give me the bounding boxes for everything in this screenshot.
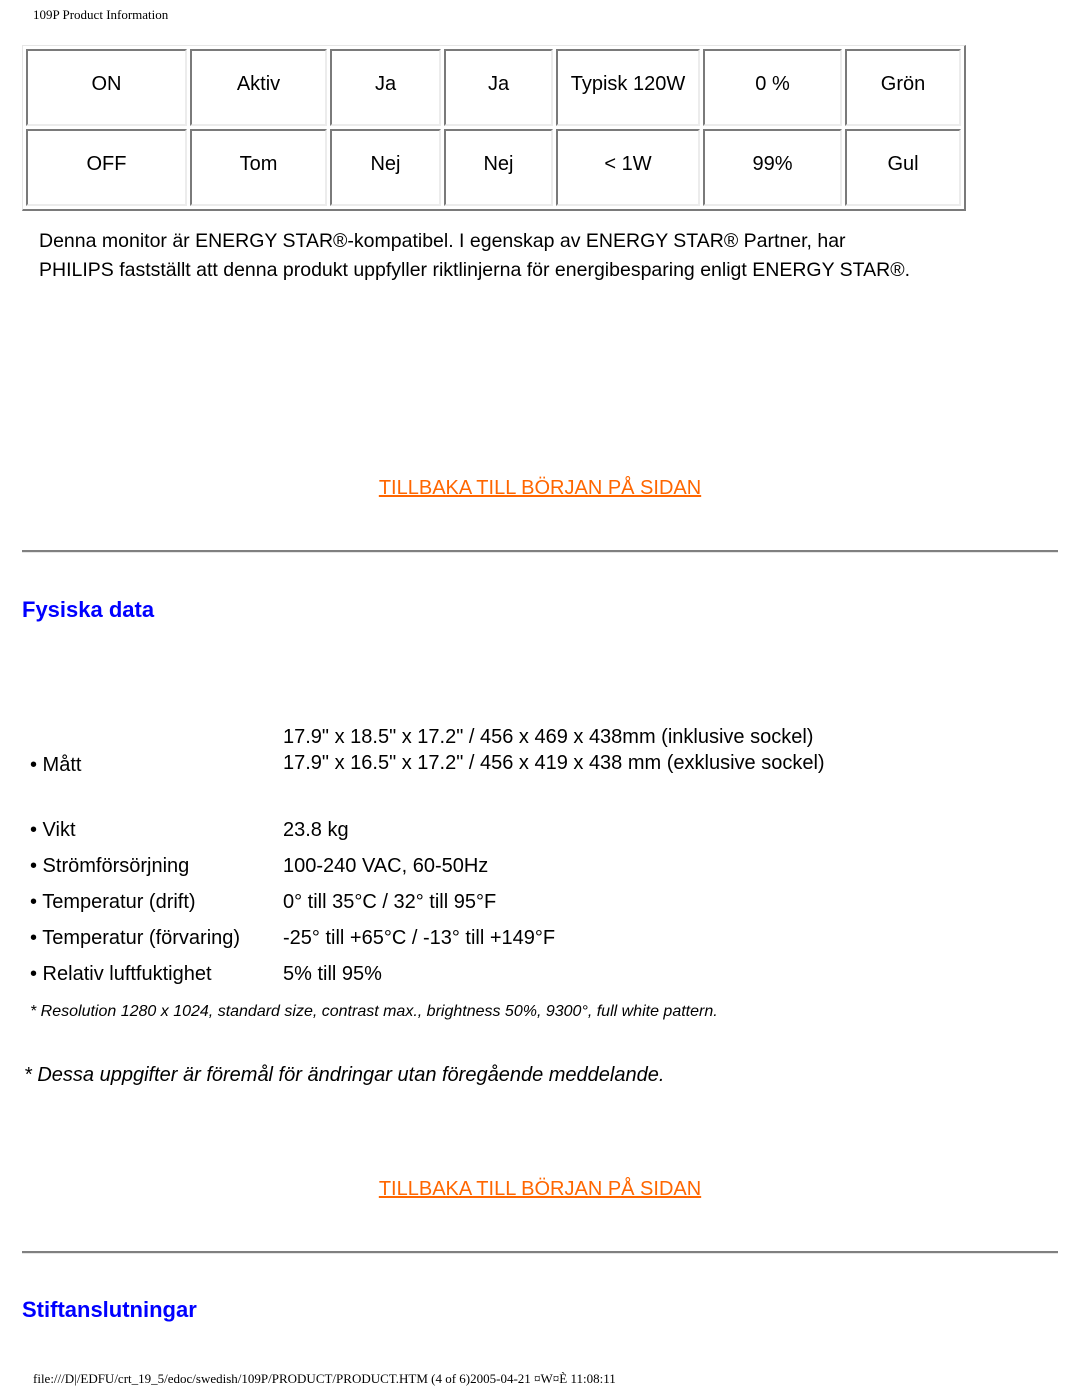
table-cell: Aktiv (190, 49, 327, 126)
spec-label-power-supply: • Strömförsörjning (30, 855, 190, 877)
section-heading-physical: Fysiska data (22, 597, 155, 622)
table-cell: Typisk 120W (556, 49, 700, 126)
spec-value-dimensions-incl: 17.9" x 18.5" x 17.2" / 456 x 469 x 438m… (283, 726, 814, 748)
spec-label-temp-operating: • Temperatur (drift) (30, 891, 196, 913)
spec-value-power-supply: 100-240 VAC, 60-50Hz (283, 855, 489, 877)
table-cell: < 1W (556, 129, 700, 206)
back-to-top-container: TILLBAKA TILL BÖRJAN PÅ SIDAN (0, 1178, 1080, 1201)
table-cell: 0 % (703, 49, 842, 126)
back-to-top-link[interactable]: TILLBAKA TILL BÖRJAN PÅ SIDAN (379, 477, 701, 499)
spec-value-temp-storage: -25° till +65°C / -13° till +149°F (283, 927, 556, 949)
back-to-top-container: TILLBAKA TILL BÖRJAN PÅ SIDAN (0, 477, 1080, 500)
table-cell: 99% (703, 129, 842, 206)
page-header-title: 109P Product Information (33, 7, 169, 22)
spec-label-dimensions: • Mått (30, 754, 82, 776)
spec-label-temp-storage: • Temperatur (förvaring) (30, 927, 241, 949)
table-cell: ON (26, 49, 187, 126)
change-notice: * Dessa uppgifter är föremål för ändring… (24, 1064, 665, 1086)
spec-label-humidity: • Relativ luftfuktighet (30, 963, 212, 985)
table-cell: Ja (330, 49, 441, 126)
spec-value-humidity: 5% till 95% (283, 963, 382, 985)
energy-star-statement: Denna monitor är ENERGY STAR®-kompatibel… (39, 230, 910, 281)
spec-value-dimensions-excl: 17.9" x 16.5" x 17.2" / 456 x 419 x 438 … (283, 752, 825, 774)
spec-label-weight: • Vikt (30, 819, 76, 841)
table-cell: Nej (330, 129, 441, 206)
table-cell: Tom (190, 129, 327, 206)
divider (22, 1251, 1058, 1254)
power-management-table: ON Aktiv Ja Ja Typisk 120W 0 % Grön OFF … (22, 45, 966, 211)
footer-file-path: file:///D|/EDFU/crt_19_5/edoc/swedish/10… (33, 1371, 616, 1386)
table-cell: OFF (26, 129, 187, 206)
test-conditions-footnote: * Resolution 1280 x 1024, standard size,… (30, 1003, 718, 1020)
table-cell: Nej (444, 129, 553, 206)
section-heading-pins: Stiftanslutningar (22, 1297, 197, 1322)
spec-value-temp-operating: 0° till 35°C / 32° till 95°F (283, 891, 497, 913)
spec-value-weight: 23.8 kg (283, 819, 349, 841)
back-to-top-link[interactable]: TILLBAKA TILL BÖRJAN PÅ SIDAN (379, 1178, 701, 1200)
table-cell: Ja (444, 49, 553, 126)
table-row: OFF Tom Nej Nej < 1W 99% Gul (26, 129, 961, 206)
divider (22, 550, 1058, 553)
table-cell: Gul (845, 129, 961, 206)
table-cell: Grön (845, 49, 961, 126)
table-row: ON Aktiv Ja Ja Typisk 120W 0 % Grön (26, 49, 961, 126)
